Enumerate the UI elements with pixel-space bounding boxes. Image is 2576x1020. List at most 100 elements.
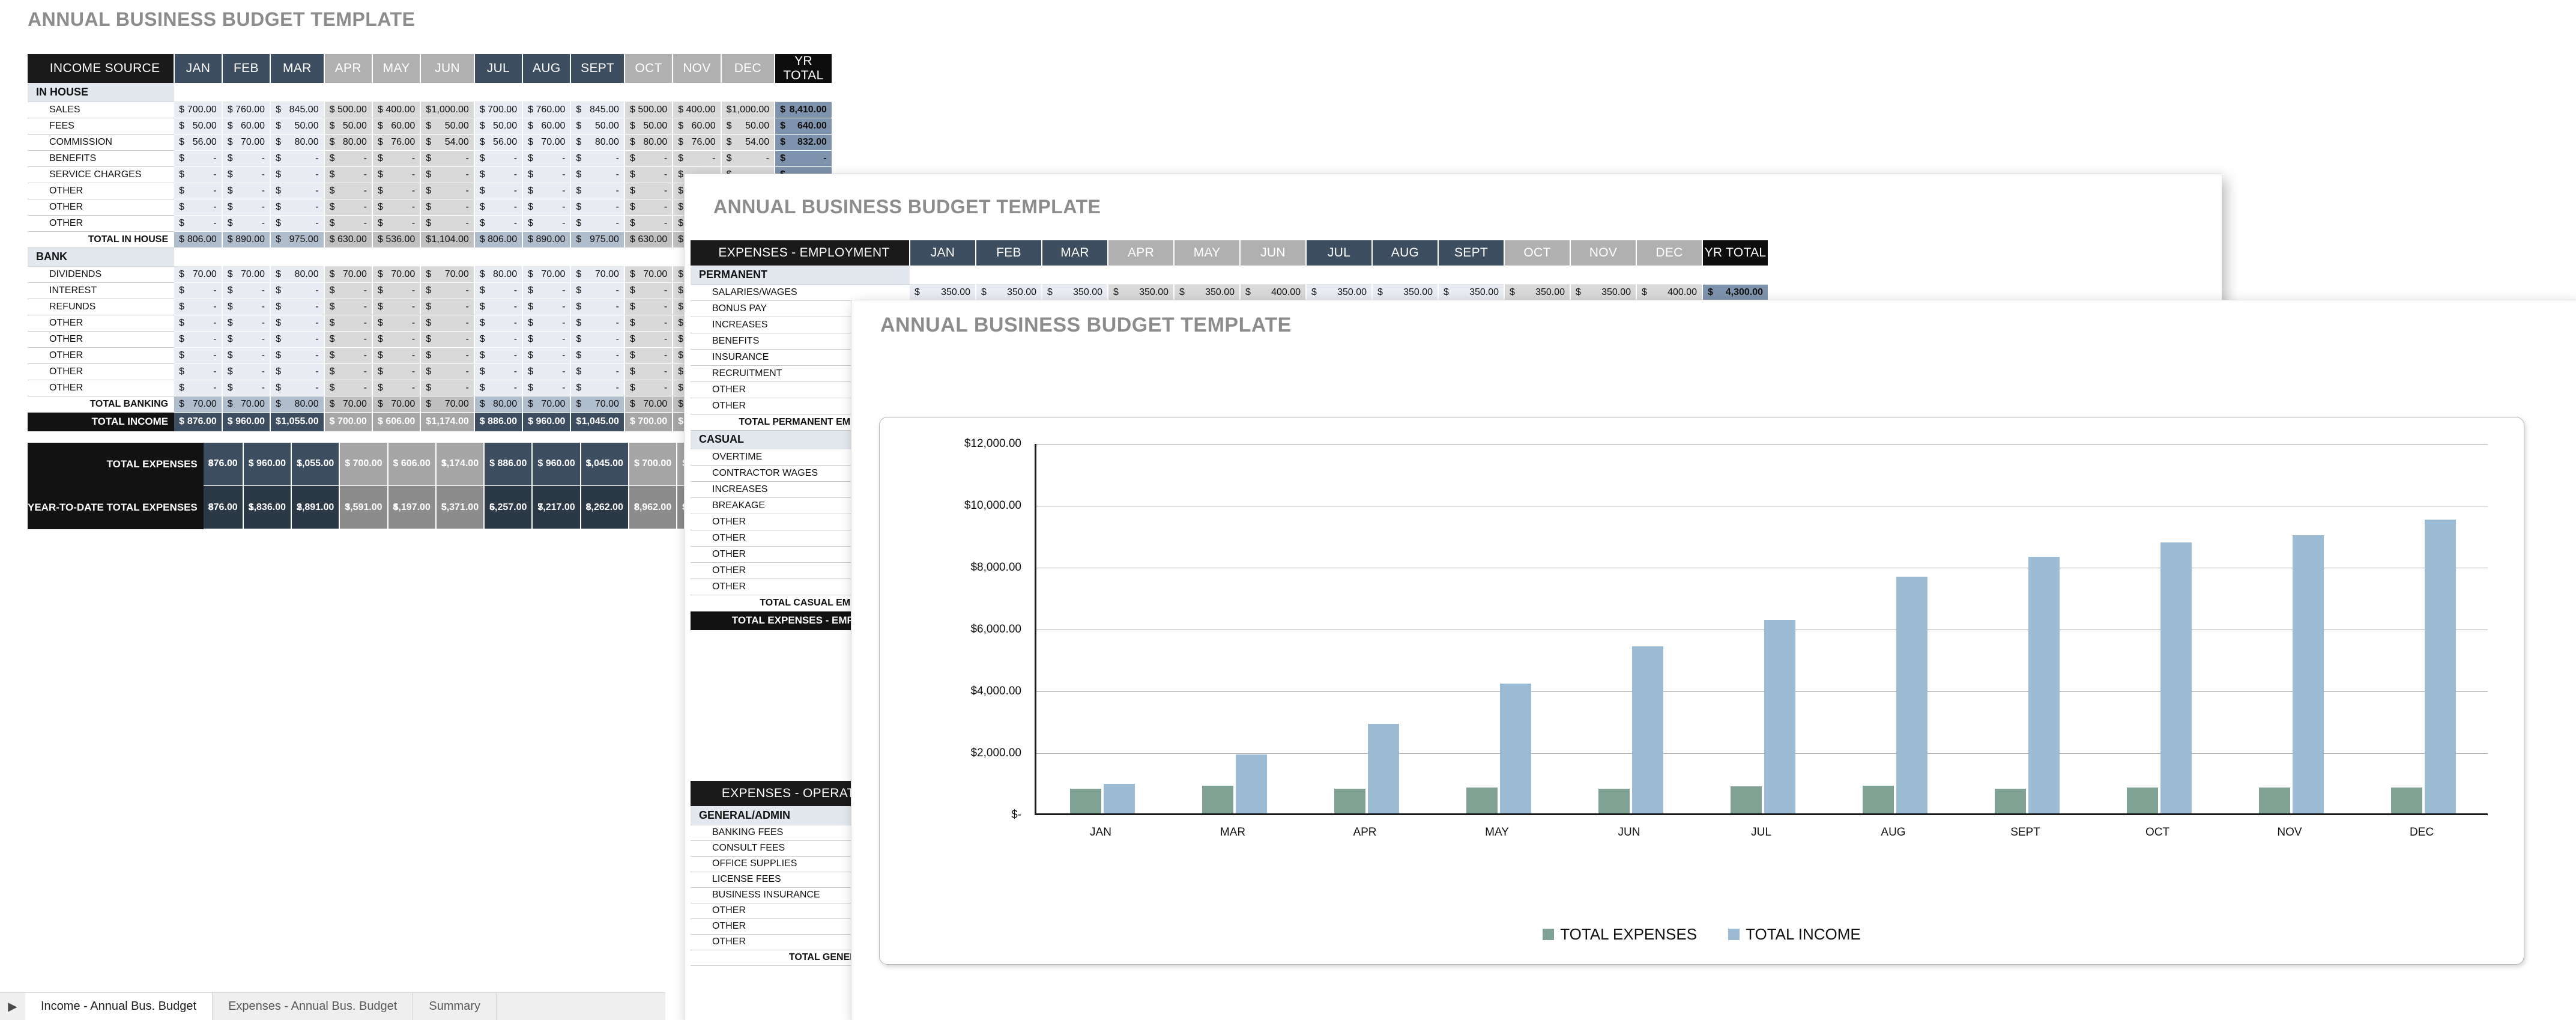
ytd-total-expenses-cell[interactable]: $3,591.00 [339,485,389,529]
data-cell[interactable]: $- [474,315,524,332]
data-cell[interactable]: $70.00 [324,266,373,283]
section-total-cell[interactable]: $630.00 [624,231,674,248]
sheet-tab-summary[interactable]: Summary [413,993,497,1020]
empty-cell[interactable] [420,247,475,267]
data-cell[interactable]: $- [624,380,674,396]
bar-expenses-dec[interactable] [2391,787,2422,813]
data-cell[interactable]: $- [522,299,572,315]
bar-income-aug[interactable] [1896,577,1927,813]
bar-income-jan[interactable] [1104,784,1135,813]
data-cell[interactable]: $- [270,347,325,364]
data-cell[interactable]: $- [420,299,475,315]
empty-cell[interactable] [1372,266,1439,285]
data-cell[interactable]: $400.00 [673,102,722,118]
column-header-yr-total[interactable]: YR TOTAL [1702,240,1769,266]
data-cell[interactable]: $- [324,183,373,199]
data-cell[interactable]: $50.00 [420,118,475,135]
data-cell[interactable]: $- [570,150,625,167]
data-cell[interactable]: $- [624,315,674,332]
empty-cell[interactable] [372,247,422,267]
section-total-cell[interactable]: $70.00 [522,396,572,413]
empty-cell[interactable] [324,247,373,267]
data-cell[interactable]: $350.00 [1108,284,1175,301]
data-cell[interactable]: $350.00 [1438,284,1505,301]
total-expenses-cell[interactable]: $1,174.00 [435,442,485,486]
bar-expenses-sept[interactable] [1995,788,2026,813]
data-cell[interactable]: $- [174,380,223,396]
data-cell[interactable]: $- [474,331,524,348]
data-cell[interactable]: $760.00 [522,102,572,118]
data-cell[interactable]: $- [570,347,625,364]
bar-expenses-may[interactable] [1466,788,1498,813]
ytd-total-expenses-cell[interactable]: $876.00 [203,485,244,529]
data-cell[interactable]: $- [420,380,475,396]
section-total-cell[interactable]: $70.00 [222,396,271,413]
ytd-total-expenses-cell[interactable]: $4,197.00 [387,485,437,529]
bar-expenses-jul[interactable] [1731,786,1762,813]
data-cell[interactable]: $- [420,150,475,167]
empty-cell[interactable] [624,247,674,267]
data-cell[interactable]: $760.00 [222,102,271,118]
data-cell[interactable]: $- [420,315,475,332]
total-income-cell[interactable]: $876.00 [174,412,223,432]
data-cell[interactable]: $- [570,380,625,396]
ytd-total-expenses-cell[interactable]: $5,371.00 [435,485,485,529]
section-total-cell[interactable]: $70.00 [324,396,373,413]
bar-income-may[interactable] [1500,683,1531,813]
data-cell[interactable]: $70.00 [522,266,572,283]
data-cell[interactable]: $80.00 [270,266,325,283]
total-expenses-cell[interactable]: $876.00 [203,442,244,486]
data-cell[interactable]: $60.00 [372,118,422,135]
column-header-jul[interactable]: JUL [474,54,524,83]
data-cell[interactable]: $- [474,215,524,232]
empty-cell[interactable] [174,83,223,102]
empty-cell[interactable] [522,247,572,267]
total-expenses-cell[interactable]: $606.00 [387,442,437,486]
empty-cell[interactable] [775,83,833,102]
empty-cell[interactable] [624,83,674,102]
data-cell[interactable]: $- [324,380,373,396]
data-cell[interactable]: $- [474,380,524,396]
data-cell[interactable]: $- [222,166,271,183]
budget-chart[interactable]: $- $2,000.00 $4,000.00 $6,000.00 $8,000.00 $1… [879,417,2524,965]
empty-cell[interactable] [474,247,524,267]
column-header-sept[interactable]: SEPT [570,54,625,83]
data-cell[interactable]: $50.00 [324,118,373,135]
data-cell[interactable]: $- [522,183,572,199]
data-cell[interactable]: $- [624,150,674,167]
data-cell[interactable]: $50.00 [270,118,325,135]
column-header-nov[interactable]: NOV [673,54,722,83]
bar-expenses-oct[interactable] [2127,788,2158,813]
data-cell[interactable]: $- [624,363,674,380]
total-expenses-cell[interactable]: $886.00 [484,442,533,486]
data-cell[interactable]: $- [624,331,674,348]
data-cell[interactable]: $50.00 [474,118,524,135]
column-header-may[interactable]: MAY [1174,240,1241,266]
empty-cell[interactable] [1042,266,1108,285]
data-cell[interactable]: $70.00 [222,134,271,151]
data-cell[interactable]: $80.00 [624,134,674,151]
data-cell[interactable]: $70.00 [522,134,572,151]
sheet-tab-expenses[interactable]: Expenses - Annual Bus. Budget [213,993,414,1020]
data-cell[interactable]: $80.00 [270,134,325,151]
data-cell[interactable]: $- [420,166,475,183]
section-total-cell[interactable]: $70.00 [624,396,674,413]
ytd-total-expenses-cell[interactable]: $8,962.00 [628,485,678,529]
total-income-cell[interactable]: $1,174.00 [420,412,475,432]
empty-cell[interactable] [1174,266,1241,285]
data-cell[interactable]: $- [174,183,223,199]
bar-income-oct[interactable] [2160,542,2192,813]
data-cell[interactable]: $- [522,215,572,232]
data-cell[interactable]: $- [324,331,373,348]
column-header-oct[interactable]: OCT [1504,240,1571,266]
data-cell[interactable]: $- [174,363,223,380]
column-header-jan[interactable]: JAN [174,54,223,83]
column-header-dec[interactable]: DEC [1636,240,1703,266]
data-cell[interactable]: $- [222,282,271,299]
data-cell[interactable]: $- [420,199,475,216]
bar-income-jun[interactable] [1632,646,1663,813]
section-total-cell[interactable]: $70.00 [372,396,422,413]
data-cell[interactable]: $- [372,150,422,167]
data-cell[interactable]: $- [570,166,625,183]
data-cell[interactable]: $- [624,215,674,232]
